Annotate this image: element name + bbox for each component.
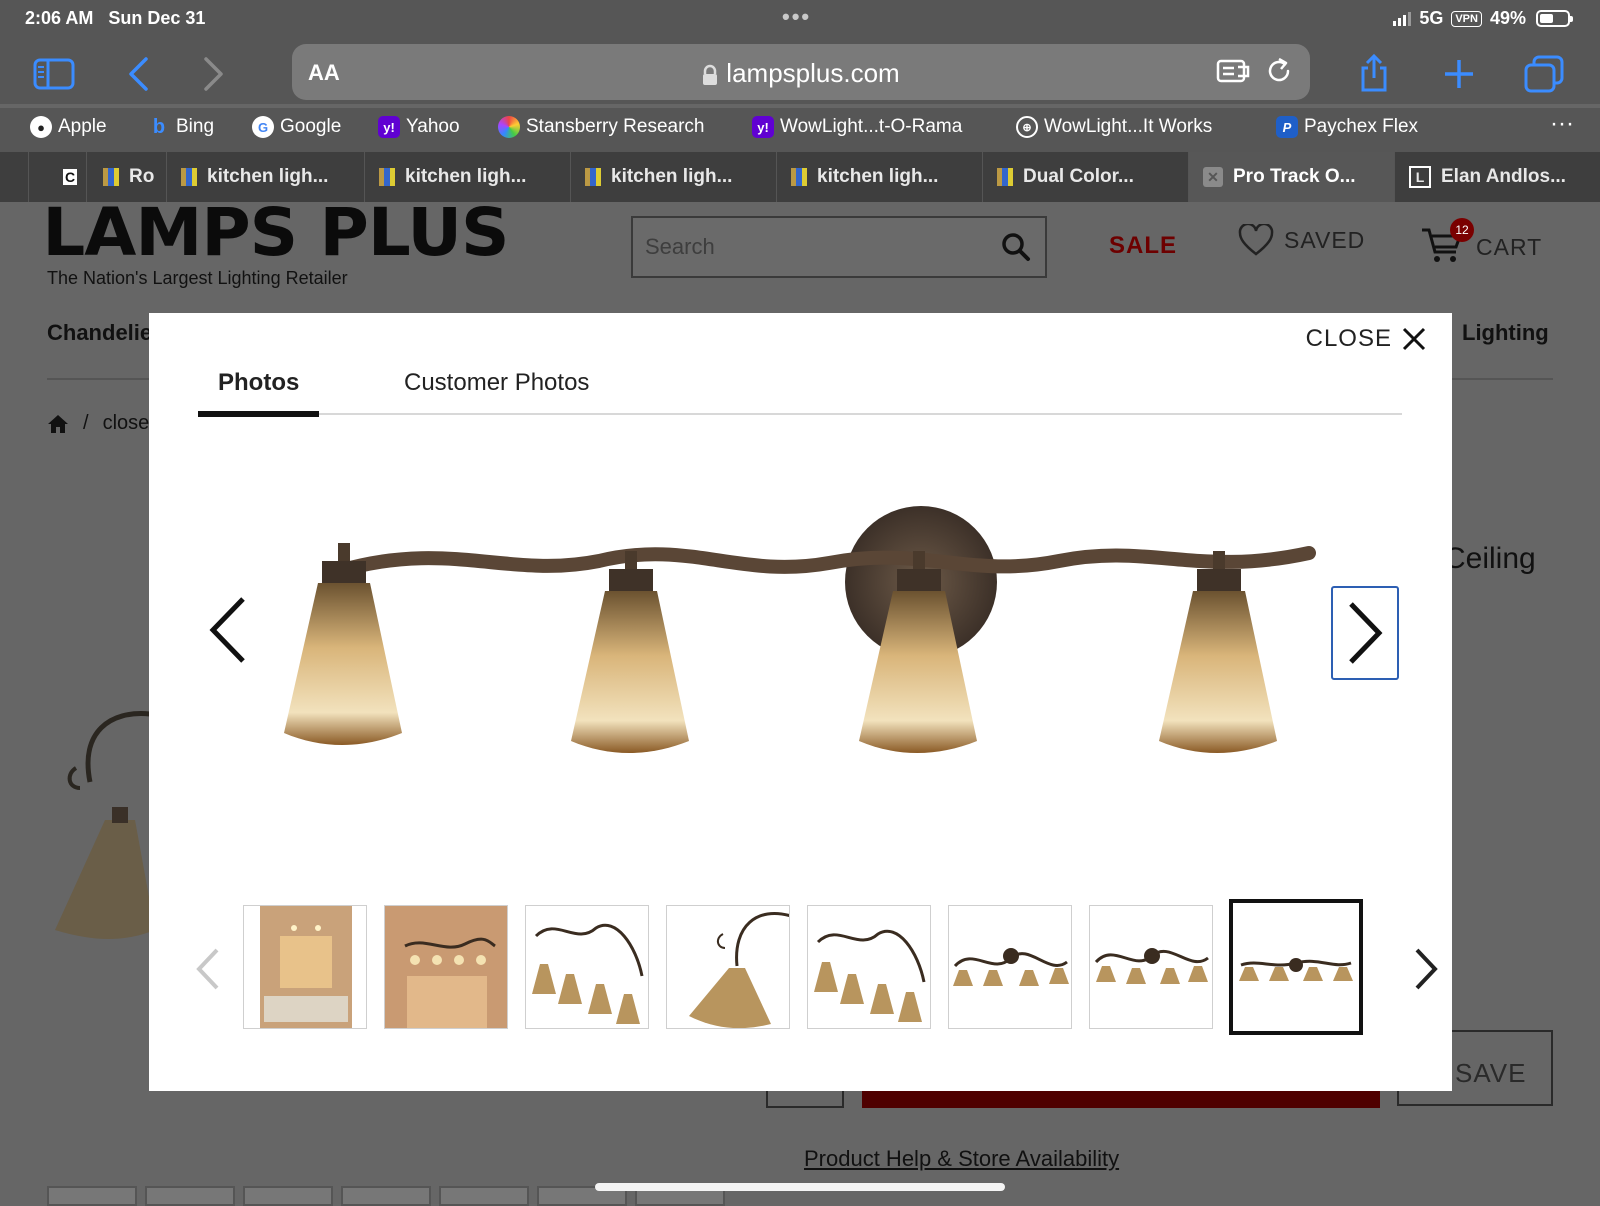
nav-lighting[interactable]: Lighting [1462, 320, 1549, 346]
product-help-link[interactable]: Product Help & Store Availability [804, 1146, 1119, 1172]
cart-icon: 12 [1420, 218, 1474, 270]
chevron-right-icon [1349, 602, 1383, 664]
thumbnails-next-button[interactable] [1411, 947, 1441, 996]
close-button[interactable]: CLOSE [1306, 325, 1426, 353]
more-bookmarks-icon[interactable]: ··· [1550, 110, 1574, 138]
chevron-right-icon [1415, 948, 1438, 990]
bookmark-wowlight-rama[interactable]: y! WowLight...t-O-Rama [752, 116, 962, 138]
product-title-peek: Ceiling [1444, 542, 1536, 575]
bookmark-paychex[interactable]: P Paychex Flex [1276, 116, 1418, 138]
cart-count-badge: 12 [1450, 218, 1474, 242]
battery-icon [1536, 10, 1573, 27]
tab-photos[interactable]: Photos [197, 369, 320, 417]
bookmarks-bar: ● Apple b Bing G Google y! Yahoo Stansberry … [0, 108, 1600, 152]
browser-toolbar: AA lampsplus.com [0, 40, 1600, 104]
status-indicators: 5G VPN 49% [1393, 8, 1573, 29]
close-tab-icon[interactable]: ✕ [1203, 167, 1223, 187]
main-product-photo [284, 506, 1316, 753]
reader-icon[interactable] [1216, 56, 1252, 91]
thumbnail-7[interactable] [1089, 905, 1213, 1029]
bing-icon: b [152, 115, 166, 138]
thumbnail-6[interactable] [948, 905, 1072, 1029]
lampsplus-favicon [585, 168, 601, 186]
apple-icon: ● [30, 116, 52, 138]
tab-item[interactable]: L Elan Andlos... [1394, 152, 1600, 202]
tab-item[interactable]: kitchen ligh... [570, 152, 776, 202]
bookmark-google[interactable]: G Google [252, 116, 341, 138]
lock-icon [703, 64, 718, 86]
chevron-left-icon [196, 948, 219, 990]
thumbnail-5[interactable] [807, 905, 931, 1029]
breadcrumb-item[interactable]: close [103, 412, 150, 435]
photo-modal: CLOSE Photos Customer Photos [149, 313, 1452, 1091]
status-time: 2:06 AM Sun Dec 31 [25, 8, 206, 28]
thumbnail-2[interactable] [384, 905, 508, 1029]
lampsplus-favicon [997, 168, 1013, 186]
home-indicator[interactable] [595, 1183, 1005, 1191]
bookmark-apple[interactable]: ● Apple [30, 116, 107, 138]
bookmark-stansberry[interactable]: Stansberry Research [498, 116, 704, 138]
signal-icon [1393, 11, 1412, 26]
close-icon [1402, 327, 1426, 351]
breadcrumb-separator: / [83, 412, 89, 434]
site-search[interactable] [631, 216, 1047, 278]
multitasking-dots-icon[interactable]: ••• [782, 4, 811, 30]
back-icon[interactable] [116, 54, 160, 94]
globe-icon: ⊕ [1016, 116, 1038, 138]
previous-photo-button[interactable] [207, 595, 251, 665]
address-bar[interactable]: AA lampsplus.com [292, 44, 1310, 100]
search-icon[interactable] [1001, 232, 1031, 267]
home-icon[interactable] [47, 414, 69, 434]
chevron-left-icon [209, 597, 245, 663]
cart-link[interactable]: 12 CART [1420, 218, 1542, 270]
thumbnail-4[interactable] [666, 905, 790, 1029]
google-icon: G [252, 116, 274, 138]
yahoo-icon: y! [752, 116, 774, 138]
search-input[interactable] [645, 232, 985, 262]
forward-icon[interactable] [192, 54, 236, 94]
bookmark-yahoo[interactable]: y! Yahoo [378, 116, 460, 138]
paychex-icon: P [1276, 116, 1298, 138]
thumbnail-1[interactable] [243, 905, 367, 1029]
bookmark-bing[interactable]: b Bing [148, 116, 214, 138]
yahoo-icon: y! [378, 116, 400, 138]
tab-item[interactable]: Dual Color... [982, 152, 1188, 202]
breadcrumb: / close [47, 412, 149, 435]
network-label: 5G [1419, 8, 1444, 28]
vpn-badge: VPN [1451, 10, 1482, 27]
new-tab-icon[interactable] [1437, 54, 1481, 94]
thumbnail-8-selected[interactable] [1229, 899, 1363, 1035]
tab-item[interactable]: kitchen ligh... [776, 152, 982, 202]
elan-favicon: L [1409, 166, 1431, 188]
status-bar: 2:06 AM Sun Dec 31 ••• 5G VPN 49% [0, 0, 1600, 40]
tab-overview-icon[interactable] [1522, 54, 1566, 94]
lampsplus-favicon [791, 168, 807, 186]
thumbnail-3[interactable] [525, 905, 649, 1029]
lampsplus-favicon [181, 168, 197, 186]
site-logo[interactable]: LAMPS PLUS [42, 194, 509, 271]
sidebar-toggle-icon[interactable] [32, 54, 76, 94]
saved-link[interactable]: SAVED [1238, 224, 1365, 256]
stansberry-icon [498, 116, 520, 138]
lampsplus-favicon [379, 168, 395, 186]
background-product-image [50, 702, 155, 947]
battery-percent: 49% [1489, 8, 1526, 28]
tab-customer-photos[interactable]: Customer Photos [404, 369, 589, 397]
site-tagline: The Nation's Largest Lighting Retailer [47, 268, 348, 288]
reload-icon[interactable] [1264, 56, 1294, 91]
bookmark-wowlight-works[interactable]: ⊕ WowLight...It Works [1016, 116, 1212, 138]
heart-icon [1238, 224, 1274, 256]
modal-tabs: Photos Customer Photos [197, 365, 1402, 417]
url-host[interactable]: lampsplus.com [292, 58, 1310, 89]
sale-link[interactable]: SALE [1109, 232, 1177, 260]
thumbnail-strip [193, 899, 1438, 1035]
nav-chandeliers[interactable]: Chandelie [47, 320, 152, 346]
thumbnails-prev-button[interactable] [193, 947, 223, 996]
share-icon[interactable] [1352, 54, 1396, 94]
lampsplus-favicon [103, 168, 119, 186]
tab-active[interactable]: ✕ Pro Track O... [1188, 152, 1394, 202]
